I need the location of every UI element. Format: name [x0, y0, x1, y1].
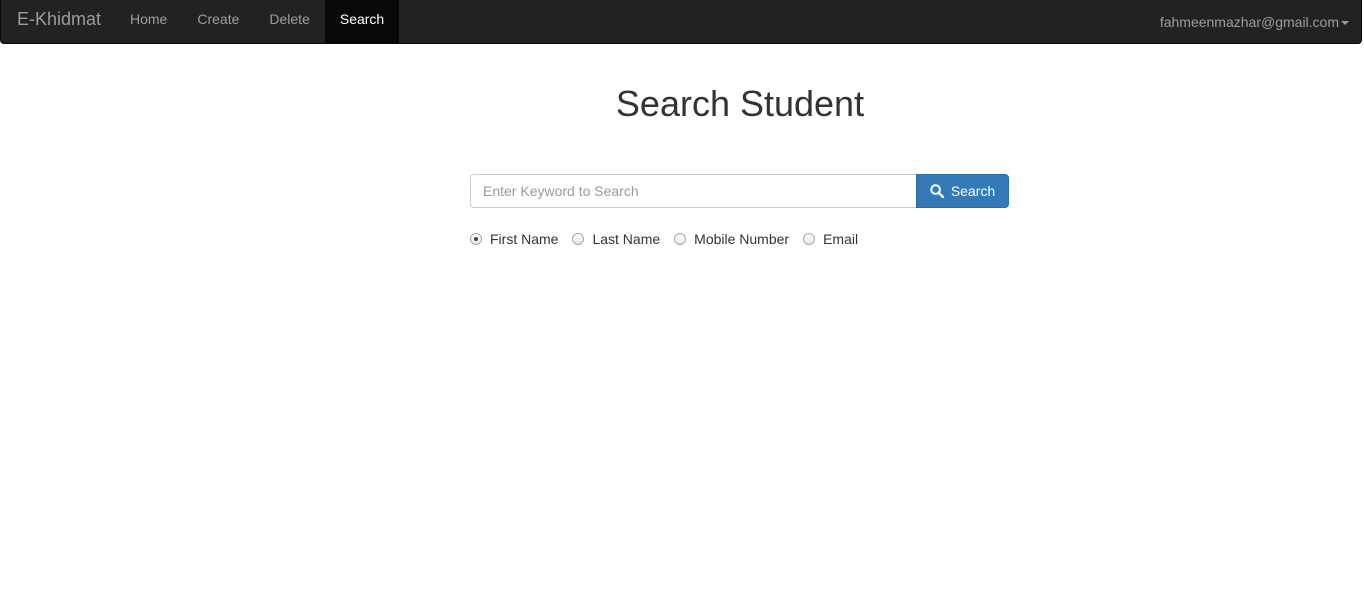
user-dropdown[interactable]: fahmeenmazhar@gmail.com	[1160, 0, 1349, 44]
search-group: Search	[470, 174, 1009, 208]
top-navbar: E-Khidmat Home Create Delete Search fahm…	[0, 0, 1362, 44]
radio-button[interactable]	[572, 233, 585, 245]
radio-label: First Name	[490, 231, 559, 247]
radio-label: Email	[823, 231, 859, 247]
nav-menu: Home Create Delete Search	[115, 0, 400, 44]
radio-mobile-number[interactable]: Mobile Number	[674, 231, 789, 247]
nav-item-search[interactable]: Search	[324, 0, 400, 44]
search-input[interactable]	[470, 174, 916, 208]
brand-link[interactable]: E-Khidmat	[17, 0, 101, 44]
nav-item-create[interactable]: Create	[182, 0, 254, 44]
radio-first-name[interactable]: First Name	[470, 231, 558, 247]
radio-label: Mobile Number	[694, 231, 790, 247]
search-button[interactable]: Search	[916, 174, 1009, 208]
radio-button[interactable]	[803, 233, 816, 245]
radio-button-checked[interactable]	[470, 233, 482, 245]
search-icon	[930, 184, 944, 198]
page-title: Search Student	[615, 83, 865, 124]
radio-email[interactable]: Email	[803, 231, 858, 247]
caret-down-icon	[1341, 21, 1349, 25]
search-button-label: Search	[950, 183, 996, 199]
radio-label: Last Name	[592, 231, 661, 247]
radio-last-name[interactable]: Last Name	[572, 231, 660, 247]
user-email: fahmeenmazhar@gmail.com	[1159, 14, 1339, 30]
nav-item-home[interactable]: Home	[115, 0, 182, 44]
search-filter-group: First Name Last Name Mobile Number Email	[470, 231, 872, 247]
radio-button[interactable]	[674, 233, 687, 245]
nav-item-delete[interactable]: Delete	[254, 0, 324, 44]
page-title-wrap: Search Student	[470, 82, 1010, 126]
